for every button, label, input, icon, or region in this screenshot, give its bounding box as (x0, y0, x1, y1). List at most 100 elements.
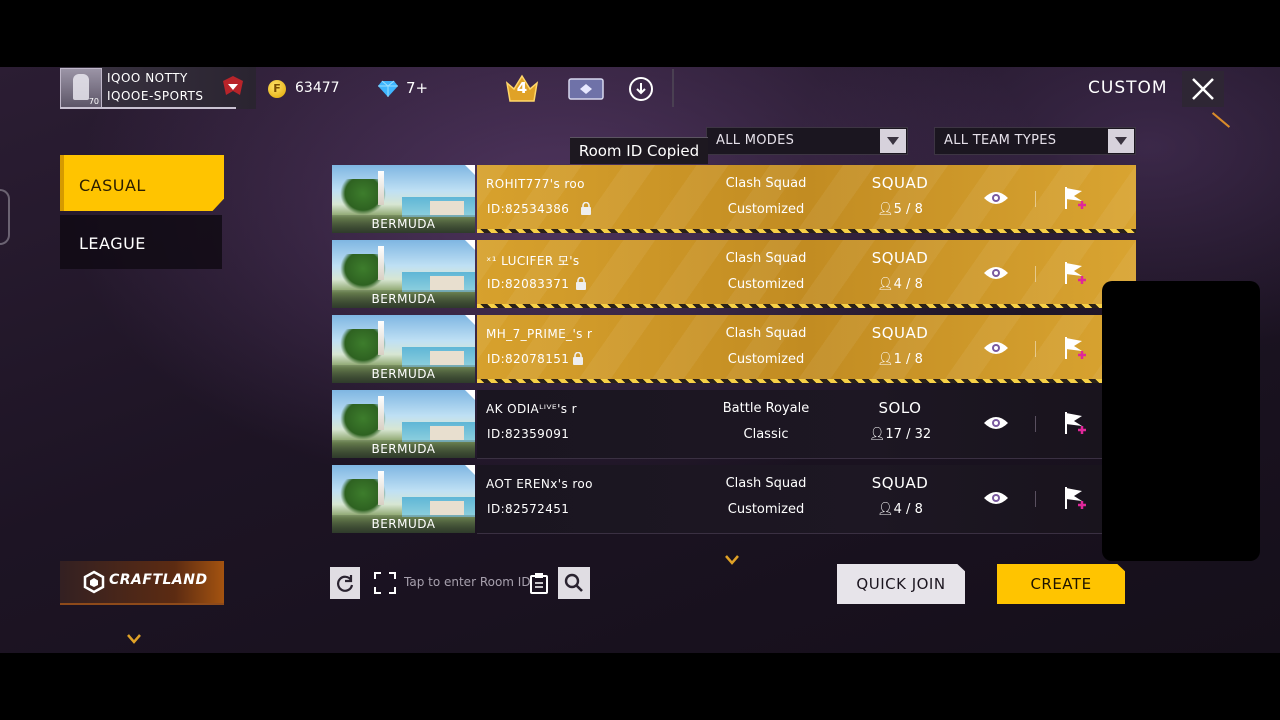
custom-room-screen: 70 IQOO NOTTY IQOOE-SPORTS F 63477 7+ 4 … (0, 67, 1280, 653)
refresh-button[interactable] (330, 567, 360, 599)
team-type: SOLO (878, 399, 922, 417)
room-name: ˣ¹ LUCIFER 모's (486, 254, 580, 268)
room-info-bar[interactable]: ˣ¹ LUCIFER 모's ID:82083371 Clash Squad C… (477, 240, 1136, 308)
room-id: ID:82534386 (487, 202, 570, 216)
row-divider (1035, 266, 1036, 282)
map-name: BERMUDA (332, 365, 475, 383)
create-button[interactable]: CREATE (997, 564, 1125, 604)
flag-plus-icon[interactable] (1062, 410, 1088, 436)
lock-icon (581, 202, 591, 215)
diamond-icon[interactable] (378, 80, 398, 98)
map-thumbnail: BERMUDA (332, 465, 475, 533)
room-row[interactable]: BERMUDA AOT ERENx's roo ID:82572451 Clas… (332, 465, 1136, 534)
search-button[interactable] (558, 567, 590, 599)
refresh-icon (337, 575, 354, 592)
room-type: Customized (727, 202, 805, 217)
eye-icon[interactable] (983, 489, 1009, 507)
scan-icon[interactable] (374, 572, 396, 594)
lock-icon (573, 352, 583, 365)
player-count: 👤︎1 / 8 (877, 352, 923, 367)
eye-icon[interactable] (983, 414, 1009, 432)
player-count: 👤︎4 / 8 (877, 277, 923, 292)
player-count-value: 4 / 8 (893, 502, 923, 517)
team-type-filter-dropdown[interactable]: ALL TEAM TYPES (934, 127, 1136, 155)
map-name: BERMUDA (332, 290, 475, 308)
download-icon[interactable] (628, 76, 654, 102)
paste-icon[interactable] (529, 572, 549, 594)
guild-name: IQOOE-SPORTS (107, 89, 204, 103)
room-info-bar[interactable]: ROHIT777's roo ID:82534386 Clash Squad C… (477, 165, 1136, 233)
toast-notification: Room ID Copied (570, 137, 708, 164)
craftland-button[interactable]: CRAFTLAND (60, 561, 224, 605)
corner-marker (465, 390, 475, 400)
mode-filter-arrow[interactable] (880, 129, 906, 153)
player-count-value: 5 / 8 (893, 202, 923, 217)
corner-marker (465, 315, 475, 325)
room-mode: Clash Squad (725, 326, 807, 341)
lock-icon (576, 277, 586, 290)
top-divider (672, 69, 674, 107)
tab-league-label: LEAGUE (79, 234, 146, 253)
map-thumbnail: BERMUDA (332, 315, 475, 383)
craftland-label: CRAFTLAND (109, 572, 208, 588)
side-panel-handle[interactable] (0, 189, 10, 245)
room-id: ID:82083371 (487, 277, 570, 291)
overlay-panel (1102, 281, 1260, 561)
close-icon (1192, 78, 1214, 100)
search-icon (564, 573, 583, 592)
chevron-down-icon[interactable] (126, 633, 142, 645)
room-row[interactable]: BERMUDA MH_7_PRIME_'s r ID:82078151 Clas… (332, 315, 1136, 383)
eye-icon[interactable] (983, 339, 1009, 357)
room-info-bar[interactable]: AK ODIAᴸᴵⱽᴱ's r ID:82359091 Battle Royal… (477, 390, 1136, 459)
mode-filter-value: ALL MODES (716, 133, 795, 148)
close-button[interactable] (1182, 71, 1224, 107)
profile-card[interactable]: 70 IQOO NOTTY IQOOE-SPORTS (60, 67, 256, 109)
avatar[interactable]: 70 (60, 68, 102, 108)
map-name: BERMUDA (332, 215, 475, 233)
craftland-icon (83, 570, 105, 594)
room-name: ROHIT777's roo (486, 177, 585, 191)
flag-plus-icon[interactable] (1062, 260, 1088, 286)
room-name: AOT ERENx's roo (486, 477, 593, 491)
map-thumbnail: BERMUDA (332, 165, 475, 233)
team-type: SQUAD (871, 324, 929, 342)
room-id: ID:82359091 (487, 427, 570, 441)
tab-casual[interactable]: CASUAL (60, 155, 224, 211)
eye-icon[interactable] (983, 189, 1009, 207)
room-name: MH_7_PRIME_'s r (486, 327, 593, 341)
corner-marker (465, 465, 475, 475)
room-row[interactable]: BERMUDA AK ODIAᴸᴵⱽᴱ's r ID:82359091 Batt… (332, 390, 1136, 459)
room-info-bar[interactable]: AOT ERENx's roo ID:82572451 Clash Squad … (477, 465, 1136, 534)
eye-icon[interactable] (983, 264, 1009, 282)
coin-count: 63477 (295, 80, 340, 96)
toast-text: Room ID Copied (578, 142, 700, 160)
room-row[interactable]: BERMUDA ˣ¹ LUCIFER 모's ID:82083371 Clash… (332, 240, 1136, 308)
row-divider (1035, 191, 1036, 207)
room-type: Classic (743, 427, 789, 442)
flag-plus-icon[interactable] (1062, 485, 1088, 511)
room-info-bar[interactable]: MH_7_PRIME_'s r ID:82078151 Clash Squad … (477, 315, 1136, 383)
flag-plus-icon[interactable] (1062, 185, 1088, 211)
corner-marker (465, 240, 475, 250)
chevron-down-icon (887, 137, 899, 145)
map-thumbnail: BERMUDA (332, 240, 475, 308)
row-divider (1035, 416, 1036, 432)
mode-filter-dropdown[interactable]: ALL MODES (706, 127, 908, 155)
card-icon[interactable] (568, 78, 604, 100)
coin-icon: F (268, 80, 286, 98)
room-mode: Clash Squad (725, 251, 807, 266)
room-row[interactable]: BERMUDA ROHIT777's roo ID:82534386 Clash… (332, 165, 1136, 233)
map-name: BERMUDA (332, 515, 475, 533)
player-count-value: 17 / 32 (885, 427, 932, 442)
tab-league[interactable]: LEAGUE (60, 215, 222, 269)
avatar-figure (73, 74, 89, 100)
player-count: 👤︎5 / 8 (877, 202, 923, 217)
quick-join-button[interactable]: QUICK JOIN (837, 564, 965, 604)
chevron-down-icon (1115, 137, 1127, 145)
player-count-value: 4 / 8 (893, 277, 923, 292)
flag-plus-icon[interactable] (1062, 335, 1088, 361)
chevron-down-icon[interactable] (724, 554, 740, 566)
team-type-filter-arrow[interactable] (1108, 129, 1134, 153)
diamond-count[interactable]: 7+ (406, 79, 428, 97)
map-name: BERMUDA (332, 440, 475, 458)
